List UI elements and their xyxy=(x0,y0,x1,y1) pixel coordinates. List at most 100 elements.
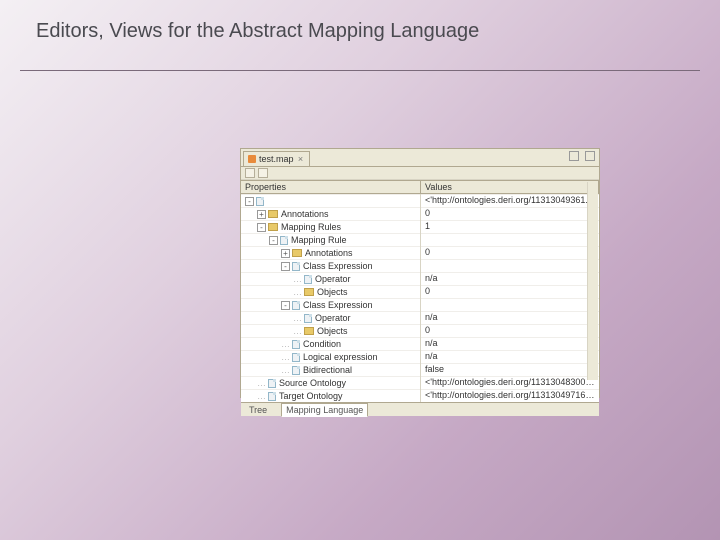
column-header-values[interactable]: Values xyxy=(421,181,599,194)
value-cell[interactable] xyxy=(421,233,599,246)
tree-row[interactable]: … Logical expression xyxy=(241,350,420,363)
file-icon xyxy=(256,197,264,206)
tree-label: Target Ontology xyxy=(279,391,343,401)
value-cell[interactable] xyxy=(421,259,599,272)
tab-mapping-language[interactable]: Mapping Language xyxy=(281,403,368,417)
scrollbar[interactable] xyxy=(587,182,598,380)
value-cell[interactable]: n/a xyxy=(421,272,599,285)
tree-label: Annotations xyxy=(281,209,329,219)
file-icon xyxy=(268,379,276,388)
editor-panel: test.map × Properties Values -+Annotatio… xyxy=(240,148,600,398)
editor-tabbar: test.map × xyxy=(241,149,599,167)
tree-row[interactable]: - Class Expression xyxy=(241,298,420,311)
value-cell[interactable]: 0 xyxy=(421,324,599,337)
editor-tab-label: test.map xyxy=(259,154,294,164)
folder-icon xyxy=(304,288,314,296)
tab-tree[interactable]: Tree xyxy=(245,404,271,416)
value-cell[interactable]: <'http://ontologies.deri.org/11313049716… xyxy=(421,389,599,402)
divider xyxy=(20,70,700,71)
window-controls xyxy=(569,151,595,161)
tree-row[interactable]: … Target Ontology xyxy=(241,389,420,402)
file-icon xyxy=(304,314,312,323)
tree-label: Bidirectional xyxy=(303,365,352,375)
tree-guide: … xyxy=(281,352,292,362)
tree-guide: … xyxy=(293,326,304,336)
value-cell[interactable]: 0 xyxy=(421,246,599,259)
tree-label: Objects xyxy=(317,287,348,297)
tree-row[interactable]: … Bidirectional xyxy=(241,363,420,376)
editor-tab-testmap[interactable]: test.map × xyxy=(243,151,310,166)
value-cell[interactable]: 1 xyxy=(421,220,599,233)
tree-row[interactable]: + Annotations xyxy=(241,207,420,220)
value-cell[interactable]: n/a xyxy=(421,311,599,324)
tree-guide: … xyxy=(257,378,268,388)
tree-row[interactable]: … Source Ontology xyxy=(241,376,420,389)
toolbar-button[interactable] xyxy=(245,168,255,178)
tree-row[interactable]: - xyxy=(241,194,420,207)
tree-guide: … xyxy=(293,287,304,297)
slide-title: Editors, Views for the Abstract Mapping … xyxy=(36,20,479,43)
tree-label: Condition xyxy=(303,339,341,349)
value-cell[interactable]: n/a xyxy=(421,337,599,350)
close-icon[interactable]: × xyxy=(297,155,305,163)
values-column: <'http://ontologies.deri.org/11313049361… xyxy=(421,194,599,402)
tree-row[interactable]: - Class Expression xyxy=(241,259,420,272)
folder-icon xyxy=(268,223,278,231)
collapse-icon[interactable]: - xyxy=(269,236,278,245)
toolbar xyxy=(241,167,599,180)
tree-label: Mapping Rules xyxy=(281,222,341,232)
tree-row[interactable]: … Objects xyxy=(241,285,420,298)
tree-row[interactable]: - Mapping Rules xyxy=(241,220,420,233)
value-cell[interactable]: 0 xyxy=(421,207,599,220)
tree-label: Class Expression xyxy=(303,261,373,271)
folder-icon xyxy=(292,249,302,257)
folder-icon xyxy=(304,327,314,335)
tree-label: Logical expression xyxy=(303,352,378,362)
value-cell[interactable]: n/a xyxy=(421,350,599,363)
tree-guide: … xyxy=(293,274,304,284)
minimize-icon[interactable] xyxy=(569,151,579,161)
property-grid: Properties Values -+Annotations-Mapping … xyxy=(241,180,599,402)
tree-row[interactable]: … Operator xyxy=(241,272,420,285)
file-icon xyxy=(248,155,256,163)
tree-row[interactable]: + Annotations xyxy=(241,246,420,259)
value-cell[interactable]: 0 xyxy=(421,285,599,298)
tree-label: Annotations xyxy=(305,248,353,258)
tree-row[interactable]: … Operator xyxy=(241,311,420,324)
tree-label: Class Expression xyxy=(303,300,373,310)
bottom-tabbar: Tree Mapping Language xyxy=(241,402,599,416)
tree-label: Objects xyxy=(317,326,348,336)
tree-label: Operator xyxy=(315,274,351,284)
file-icon xyxy=(292,340,300,349)
collapse-icon[interactable]: - xyxy=(245,197,254,206)
collapse-icon[interactable]: - xyxy=(281,262,290,271)
value-cell[interactable] xyxy=(421,298,599,311)
expand-icon[interactable]: + xyxy=(257,210,266,219)
value-cell[interactable]: <'http://ontologies.deri.org/11313048300… xyxy=(421,376,599,389)
tree-guide: … xyxy=(281,365,292,375)
tree-label: Operator xyxy=(315,313,351,323)
maximize-icon[interactable] xyxy=(585,151,595,161)
folder-icon xyxy=(268,210,278,218)
tree-column: -+Annotations-Mapping Rules-Mapping Rule… xyxy=(241,194,421,402)
file-icon xyxy=(292,353,300,362)
toolbar-button[interactable] xyxy=(258,168,268,178)
collapse-icon[interactable]: - xyxy=(257,223,266,232)
tree-label: Mapping Rule xyxy=(291,235,347,245)
tree-label: Source Ontology xyxy=(279,378,346,388)
file-icon xyxy=(280,236,288,245)
collapse-icon[interactable]: - xyxy=(281,301,290,310)
tree-guide: … xyxy=(293,313,304,323)
value-cell[interactable]: <'http://ontologies.deri.org/11313049361… xyxy=(421,194,599,207)
file-icon xyxy=(292,366,300,375)
tree-guide: … xyxy=(257,391,268,401)
expand-icon[interactable]: + xyxy=(281,249,290,258)
value-cell[interactable]: false xyxy=(421,363,599,376)
column-header-properties[interactable]: Properties xyxy=(241,181,421,194)
tree-row[interactable]: …Condition xyxy=(241,337,420,350)
tree-row[interactable]: … Objects xyxy=(241,324,420,337)
file-icon xyxy=(292,262,300,271)
file-icon xyxy=(304,275,312,284)
file-icon xyxy=(268,392,276,401)
tree-row[interactable]: - Mapping Rule xyxy=(241,233,420,246)
